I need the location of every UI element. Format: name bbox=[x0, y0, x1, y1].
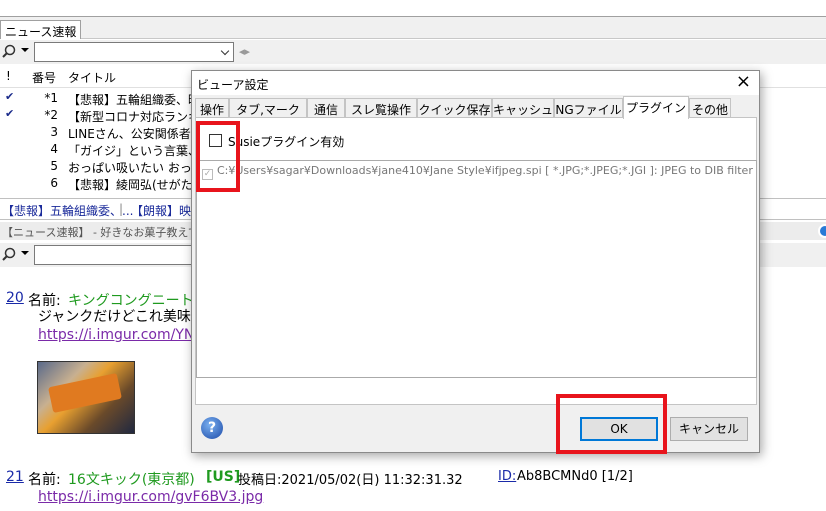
splitter-grip-icon[interactable]: ◂▸ bbox=[239, 45, 250, 58]
post-name-label: 名前: bbox=[28, 472, 61, 488]
tab-tab-mark[interactable]: タブ,マーク bbox=[229, 98, 307, 118]
thread-title: 【悲報】綾岡弘(せがた三 bbox=[68, 178, 205, 192]
search-dropdown-icon[interactable] bbox=[21, 48, 29, 52]
susie-checkbox[interactable] bbox=[209, 134, 222, 147]
chevron-down-icon[interactable] bbox=[220, 46, 230, 56]
top-frame bbox=[0, 0, 826, 17]
thread-number: *2 bbox=[44, 108, 58, 122]
thread-number: 6 bbox=[50, 176, 58, 190]
check-icon: ✔ bbox=[5, 90, 15, 103]
thread-title: LINEさん、公安関係者の bbox=[68, 127, 203, 141]
susie-checkbox-label[interactable]: Susieプラグイン有効 bbox=[228, 133, 344, 150]
search-input[interactable] bbox=[34, 42, 234, 62]
dialog-title: ビューア設定 bbox=[197, 78, 269, 92]
column-number[interactable]: 番号 bbox=[32, 69, 56, 86]
plugin-checkbox[interactable]: ✓ bbox=[202, 169, 213, 180]
tab-plugin[interactable]: プラグイン bbox=[623, 96, 689, 119]
post-image-thumbnail[interactable] bbox=[37, 361, 135, 434]
thread-number: 3 bbox=[50, 125, 58, 139]
thread-number: *1 bbox=[44, 91, 58, 105]
thread-view-title-text: 【ニュース速報】 - 好きなお菓子教えてくれ bbox=[2, 226, 221, 239]
thread-search-bar: ◂▸ bbox=[0, 40, 826, 64]
tab-quick-save[interactable]: クイック保存 bbox=[417, 98, 492, 118]
plugin-path: C:¥Users¥sagar¥Downloads¥jane410¥Jane St… bbox=[217, 164, 757, 177]
viewer-settings-dialog: ビューア設定 × 操作 タブ,マーク 通信 スレ覧操作 クイック保存 キャッシュ… bbox=[191, 70, 760, 453]
post-image-link[interactable]: https://i.imgur.com/gvF6BV3.jpg bbox=[38, 489, 263, 505]
ok-button[interactable]: OK bbox=[580, 417, 658, 441]
snack-package-image bbox=[48, 373, 122, 413]
tab-cache[interactable]: キャッシュ bbox=[492, 98, 554, 118]
column-title[interactable]: タイトル bbox=[68, 69, 116, 86]
thread-number: 5 bbox=[50, 159, 58, 173]
close-icon[interactable]: × bbox=[736, 72, 751, 92]
post-number[interactable]: 21 bbox=[6, 469, 24, 485]
tab-network[interactable]: 通信 bbox=[307, 98, 345, 118]
post-body: ジャンクだけどこれ美味 bbox=[38, 309, 191, 325]
tab-operation[interactable]: 操作 bbox=[195, 98, 229, 118]
cancel-button[interactable]: キャンセル bbox=[670, 417, 748, 441]
post-meta: 投稿日:2021/05/02(日) 11:32:31.32 bbox=[238, 473, 463, 488]
thread-title: おっぱい吸いたい おっぱ bbox=[68, 161, 204, 175]
column-flag[interactable]: ! bbox=[6, 69, 11, 83]
related-thread-link[interactable]: 【悲報】五輪組織委、... bbox=[2, 202, 133, 219]
help-icon[interactable]: ? bbox=[201, 417, 223, 439]
tab-thread-list-ops[interactable]: スレ覧操作 bbox=[345, 98, 417, 118]
post-id-label[interactable]: ID: bbox=[498, 469, 516, 484]
thread-number: 4 bbox=[50, 142, 58, 156]
tab-ng-file[interactable]: NGファイル bbox=[554, 98, 623, 118]
search-icon[interactable] bbox=[2, 247, 16, 261]
post-id: Ab8BCMNd0 [1/2] bbox=[517, 469, 633, 484]
post-country-tag: [US] bbox=[206, 469, 241, 485]
divider: | bbox=[119, 202, 124, 216]
check-icon: ✔ bbox=[5, 107, 15, 120]
search-icon[interactable] bbox=[2, 44, 16, 58]
board-tabstrip: ニュース速報 bbox=[0, 17, 826, 39]
post-author-name: 16文キック(東京都) bbox=[68, 472, 195, 488]
tab-other[interactable]: その他 bbox=[689, 98, 731, 118]
search-dropdown-icon[interactable] bbox=[21, 251, 29, 255]
plugin-tab-panel: Susieプラグイン有効 ✓ C:¥Users¥sagar¥Downloads¥j… bbox=[195, 117, 757, 405]
dialog-titlebar: ビューア設定 × bbox=[192, 71, 759, 95]
post-image-link[interactable]: https://i.imgur.com/YN bbox=[38, 327, 194, 343]
plugin-list[interactable]: ✓ C:¥Users¥sagar¥Downloads¥jane410¥Jane S… bbox=[196, 160, 757, 378]
status-ball-icon bbox=[818, 224, 826, 238]
plugin-list-item[interactable]: ✓ C:¥Users¥sagar¥Downloads¥jane410¥Jane S… bbox=[202, 164, 757, 180]
post-number[interactable]: 20 bbox=[6, 290, 24, 306]
board-tab[interactable]: ニュース速報 bbox=[0, 20, 82, 39]
settings-tabs: 操作 タブ,マーク 通信 スレ覧操作 クイック保存 キャッシュ NGファイル プ… bbox=[195, 96, 755, 119]
